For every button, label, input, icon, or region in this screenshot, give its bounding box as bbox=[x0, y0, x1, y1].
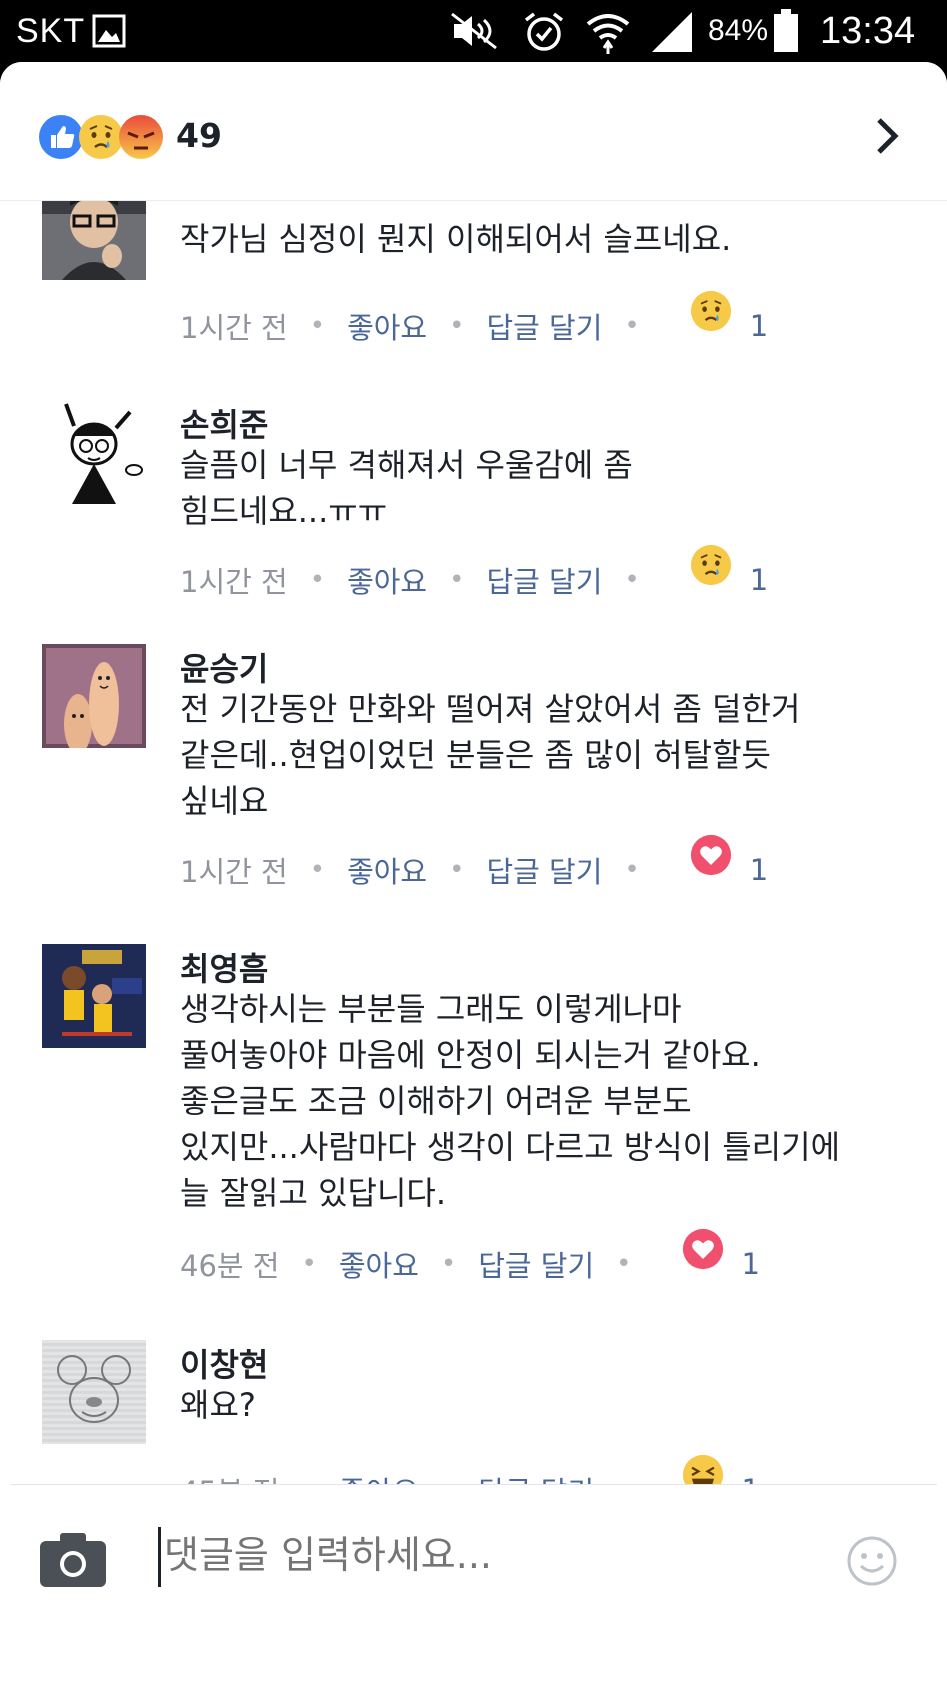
text-cursor bbox=[158, 1527, 161, 1587]
avatar[interactable] bbox=[42, 1340, 146, 1444]
commenter-name[interactable]: 손희준 bbox=[180, 400, 268, 446]
comment-time: 1시간 전 bbox=[180, 855, 288, 889]
sad-icon[interactable] bbox=[690, 290, 732, 332]
comment-meta: 1시간 전 • 좋아요 • 답글 달기 • 1 bbox=[180, 834, 768, 889]
comment-meta: 1시간 전 • 좋아요 • 답글 달기 • 1 bbox=[180, 290, 768, 345]
comment-time: 1시간 전 bbox=[180, 565, 288, 599]
status-bar: SKT 84% 13:34 bbox=[0, 0, 947, 62]
comment-text: 작가님 심정이 뭔지 이해되어서 슬프네요. bbox=[180, 220, 732, 258]
reaction-count: 49 bbox=[176, 116, 222, 155]
comment-meta: 1시간 전 • 좋아요 • 답글 달기 • 1 bbox=[180, 544, 768, 599]
wifi-icon bbox=[586, 14, 630, 54]
reaction-count: 1 bbox=[749, 309, 769, 343]
alarm-icon bbox=[524, 12, 564, 51]
reaction-count: 1 bbox=[749, 853, 769, 887]
reply-link[interactable]: 답글 달기 bbox=[478, 1243, 594, 1285]
commenter-name[interactable]: 최영흠 bbox=[180, 944, 268, 990]
avatar[interactable] bbox=[42, 944, 146, 1048]
angry-icon bbox=[119, 115, 163, 159]
comment-input[interactable] bbox=[164, 1533, 764, 1577]
love-icon[interactable] bbox=[682, 1228, 724, 1270]
battery-percent: 84% bbox=[708, 14, 769, 47]
reaction-count: 1 bbox=[749, 563, 769, 597]
avatar[interactable] bbox=[42, 400, 146, 504]
emoji-icon[interactable] bbox=[846, 1535, 898, 1587]
commenter-name[interactable]: 윤승기 bbox=[180, 644, 268, 690]
mute-icon bbox=[451, 12, 497, 50]
comment-text: 생각하시는 부분들 그래도 이렇게나마 풀어놓아야 마음에 안정이 되시는거 같… bbox=[180, 990, 841, 1212]
comment-text: 전 기간동안 만화와 떨어져 살았어서 좀 덜한거 같은데..현업이었던 분들은… bbox=[180, 690, 801, 820]
like-link[interactable]: 좋아요 bbox=[339, 1243, 419, 1285]
comment-time: 46분 전 bbox=[180, 1249, 280, 1283]
comment-composer bbox=[10, 1484, 937, 1623]
battery-icon bbox=[774, 9, 798, 52]
chevron-right-icon[interactable] bbox=[867, 112, 907, 160]
avatar[interactable] bbox=[42, 644, 146, 748]
comments-sheet: 49 작가님 심정이 뭔지 이해되어서 슬프네요. 1시간 전 • 좋아요 • 답글 달… bbox=[0, 62, 947, 1684]
comment-text: 슬픔이 너무 격해져서 우울감에 좀 힘드네요...ㅠㅠ bbox=[180, 446, 633, 530]
avatar[interactable] bbox=[42, 200, 146, 280]
reply-link[interactable]: 답글 달기 bbox=[486, 559, 602, 601]
reply-link[interactable]: 답글 달기 bbox=[486, 849, 602, 891]
sad-icon[interactable] bbox=[690, 544, 732, 586]
carrier-label: SKT bbox=[16, 12, 86, 50]
comment-list: 작가님 심정이 뭔지 이해되어서 슬프네요. 1시간 전 • 좋아요 • 답글 달기 • … bbox=[0, 200, 947, 1550]
comment-time: 1시간 전 bbox=[180, 311, 288, 345]
commenter-name[interactable]: 이창현 bbox=[180, 1340, 268, 1386]
like-link[interactable]: 좋아요 bbox=[347, 305, 427, 347]
like-link[interactable]: 좋아요 bbox=[347, 559, 427, 601]
love-icon[interactable] bbox=[690, 834, 732, 876]
comment-text: 왜요? bbox=[180, 1386, 256, 1424]
reply-link[interactable]: 답글 달기 bbox=[486, 305, 602, 347]
camera-icon[interactable] bbox=[40, 1531, 106, 1587]
reactions-summary[interactable]: 49 bbox=[0, 62, 947, 201]
comment-meta: 46분 전 • 좋아요 • 답글 달기 • 1 bbox=[180, 1228, 760, 1283]
gallery-icon bbox=[92, 14, 126, 48]
reaction-count: 1 bbox=[741, 1247, 760, 1281]
clock: 13:34 bbox=[820, 10, 916, 52]
signal-icon bbox=[652, 12, 692, 52]
like-link[interactable]: 좋아요 bbox=[347, 849, 427, 891]
